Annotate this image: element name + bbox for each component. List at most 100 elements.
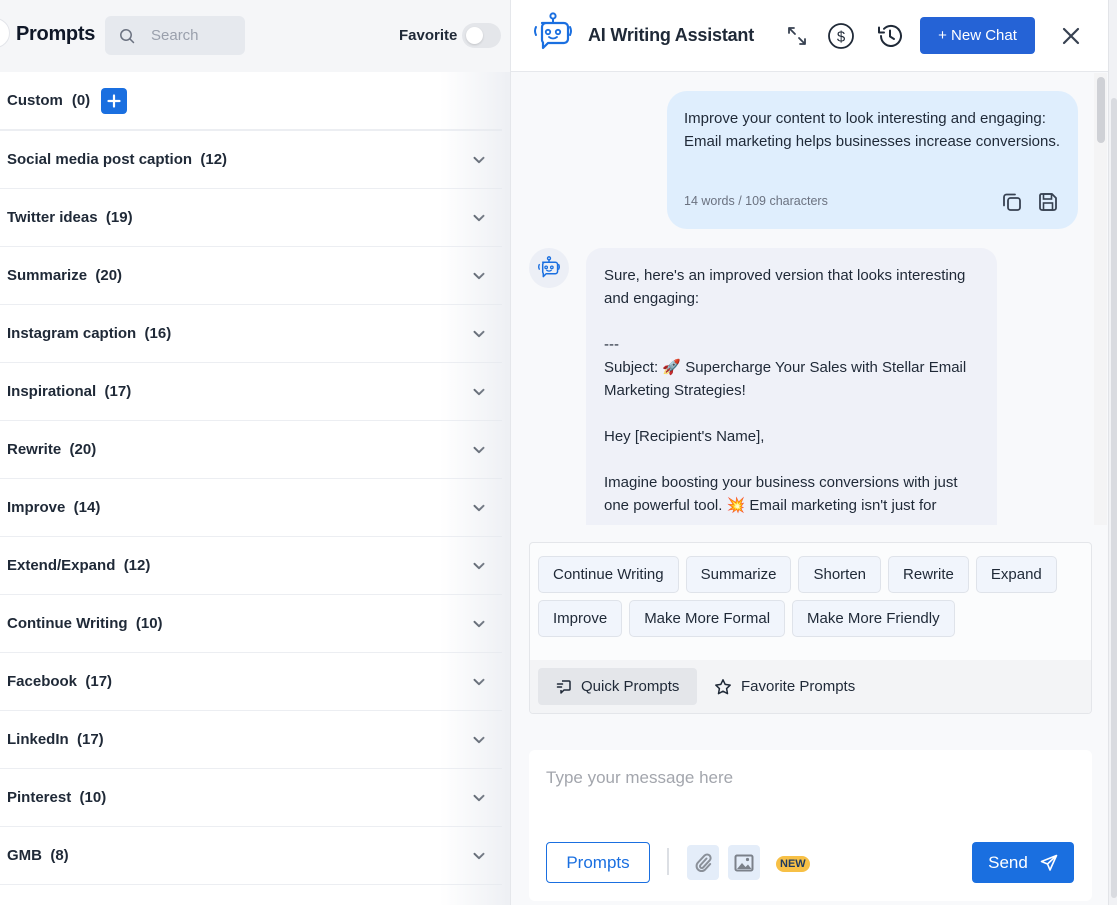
category-label: Summarize (20) (7, 267, 123, 284)
category-row[interactable]: Facebook (17) (0, 653, 502, 711)
category-row[interactable]: Social media post caption (12) (0, 131, 502, 189)
expand-icon (788, 27, 806, 45)
quick-action-chip[interactable]: Improve (538, 600, 623, 637)
category-row[interactable]: Pinterest (10) (0, 769, 502, 827)
category-row[interactable]: Rewrite (20) (0, 421, 502, 479)
tab-favorite-prompts[interactable]: Favorite Prompts (714, 668, 855, 705)
history-icon (878, 24, 902, 47)
chevron-down-icon[interactable] (472, 269, 486, 283)
bot-message-line: Hey [Recipient's Name], (604, 428, 765, 445)
quick-action-chip[interactable]: Continue Writing (538, 556, 679, 593)
tab-quick-prompts[interactable]: Quick Prompts (538, 668, 697, 705)
category-label: Pinterest (10) (7, 789, 107, 806)
message-composer: Prompts NEW Send (529, 750, 1092, 901)
favorite-toggle[interactable] (462, 23, 501, 48)
panel-scrollbar[interactable] (1108, 0, 1117, 905)
quick-action-chip[interactable]: Make More Friendly (792, 600, 955, 637)
category-row[interactable]: LinkedIn (17) (0, 711, 502, 769)
category-label: Improve (14) (7, 499, 101, 516)
divider (667, 848, 669, 875)
word-count: 14 words / 109 characters (684, 194, 828, 208)
chevron-down-icon[interactable] (472, 501, 486, 515)
chevron-down-icon[interactable] (472, 153, 486, 167)
search-box[interactable] (105, 16, 245, 55)
message-input[interactable] (546, 768, 1066, 818)
chevron-down-icon[interactable] (472, 849, 486, 863)
bot-message-line: --- (604, 336, 619, 353)
tab-quick-prompts-label: Quick Prompts (581, 678, 680, 695)
category-row[interactable]: Twitter ideas (19) (0, 189, 502, 247)
send-button[interactable]: Send (972, 842, 1074, 883)
back-button[interactable] (0, 18, 10, 48)
attach-button[interactable] (687, 845, 719, 880)
close-button[interactable] (1056, 21, 1086, 51)
custom-category-row: Custom (0) (0, 72, 502, 131)
assistant-panel: AI Writing Assistant $ + New Chat Improv… (510, 0, 1117, 905)
save-button[interactable] (1036, 190, 1060, 214)
bot-message-line: Sure, here's an improved version that lo… (604, 267, 966, 307)
bot-message-line (604, 448, 979, 471)
prompt-category-list: Custom (0) Social media post caption (12… (0, 72, 502, 885)
prompts-panel: Prompts Favorite Custom (0) Social media… (0, 0, 510, 905)
search-icon (120, 28, 135, 43)
new-chat-button[interactable]: + New Chat (920, 17, 1035, 54)
prompt-tabs: Quick Prompts Favorite Prompts (530, 660, 1091, 713)
billing-button[interactable]: $ (825, 20, 857, 52)
bot-avatar (529, 248, 569, 288)
history-button[interactable] (874, 20, 906, 52)
category-label: Social media post caption (12) (7, 151, 228, 168)
bot-message-line (604, 310, 979, 333)
prompts-header: Prompts Favorite (0, 0, 510, 72)
close-icon (1062, 27, 1080, 45)
bot-message-line: Subject: 🚀 Supercharge Your Sales with S… (604, 359, 967, 399)
category-row[interactable]: Summarize (20) (0, 247, 502, 305)
custom-label: Custom (7, 92, 63, 109)
robot-icon (538, 256, 560, 278)
star-icon (715, 678, 731, 694)
bot-message-line: Imagine boosting your business conversio… (604, 474, 958, 514)
plus-icon (107, 93, 121, 108)
quick-action-chip[interactable]: Rewrite (888, 556, 969, 593)
chevron-down-icon[interactable] (472, 675, 486, 689)
chat-scrollbar[interactable] (1094, 73, 1107, 525)
chevron-down-icon[interactable] (472, 559, 486, 573)
chevron-down-icon[interactable] (472, 327, 486, 341)
category-row[interactable]: GMB (8) (0, 827, 502, 885)
chevron-down-icon[interactable] (472, 443, 486, 457)
category-row[interactable]: Instagram caption (16) (0, 305, 502, 363)
user-message: Improve your content to look interesting… (667, 91, 1078, 229)
category-row[interactable]: Extend/Expand (12) (0, 537, 502, 595)
expand-button[interactable] (781, 20, 813, 52)
robot-icon (534, 12, 572, 50)
category-label: Inspirational (17) (7, 383, 132, 400)
search-input[interactable] (151, 27, 241, 44)
category-label: Rewrite (20) (7, 441, 97, 458)
quick-action-chip[interactable]: Shorten (798, 556, 882, 593)
assistant-title: AI Writing Assistant (588, 25, 755, 45)
send-label: Send (988, 852, 1028, 872)
add-custom-prompt-button[interactable] (101, 87, 128, 114)
quick-action-chip[interactable]: Make More Formal (629, 600, 786, 637)
chevron-down-icon[interactable] (472, 617, 486, 631)
panel-scrollbar-thumb[interactable] (1111, 98, 1117, 898)
prompts-title: Prompts (16, 23, 96, 45)
chat-scrollbar-thumb[interactable] (1097, 77, 1105, 143)
quick-action-chip[interactable]: Summarize (685, 556, 792, 593)
chevron-down-icon[interactable] (472, 211, 486, 225)
category-label: Instagram caption (16) (7, 325, 172, 342)
chevron-down-icon[interactable] (472, 733, 486, 747)
assistant-header: AI Writing Assistant $ + New Chat (511, 0, 1108, 72)
category-row[interactable]: Inspirational (17) (0, 363, 502, 421)
image-upload-button[interactable] (728, 845, 760, 880)
bot-message: Sure, here's an improved version that lo… (586, 248, 997, 525)
prompts-button[interactable]: Prompts (546, 842, 650, 883)
chevron-down-icon[interactable] (472, 385, 486, 399)
copy-button[interactable] (1000, 190, 1024, 214)
custom-count: (0) (71, 92, 91, 109)
chevron-down-icon[interactable] (472, 791, 486, 805)
paperclip-icon (695, 852, 712, 872)
category-row[interactable]: Continue Writing (10) (0, 595, 502, 653)
category-row[interactable]: Improve (14) (0, 479, 502, 537)
quick-action-chip[interactable]: Expand (975, 556, 1057, 593)
bot-message-line (604, 402, 979, 425)
